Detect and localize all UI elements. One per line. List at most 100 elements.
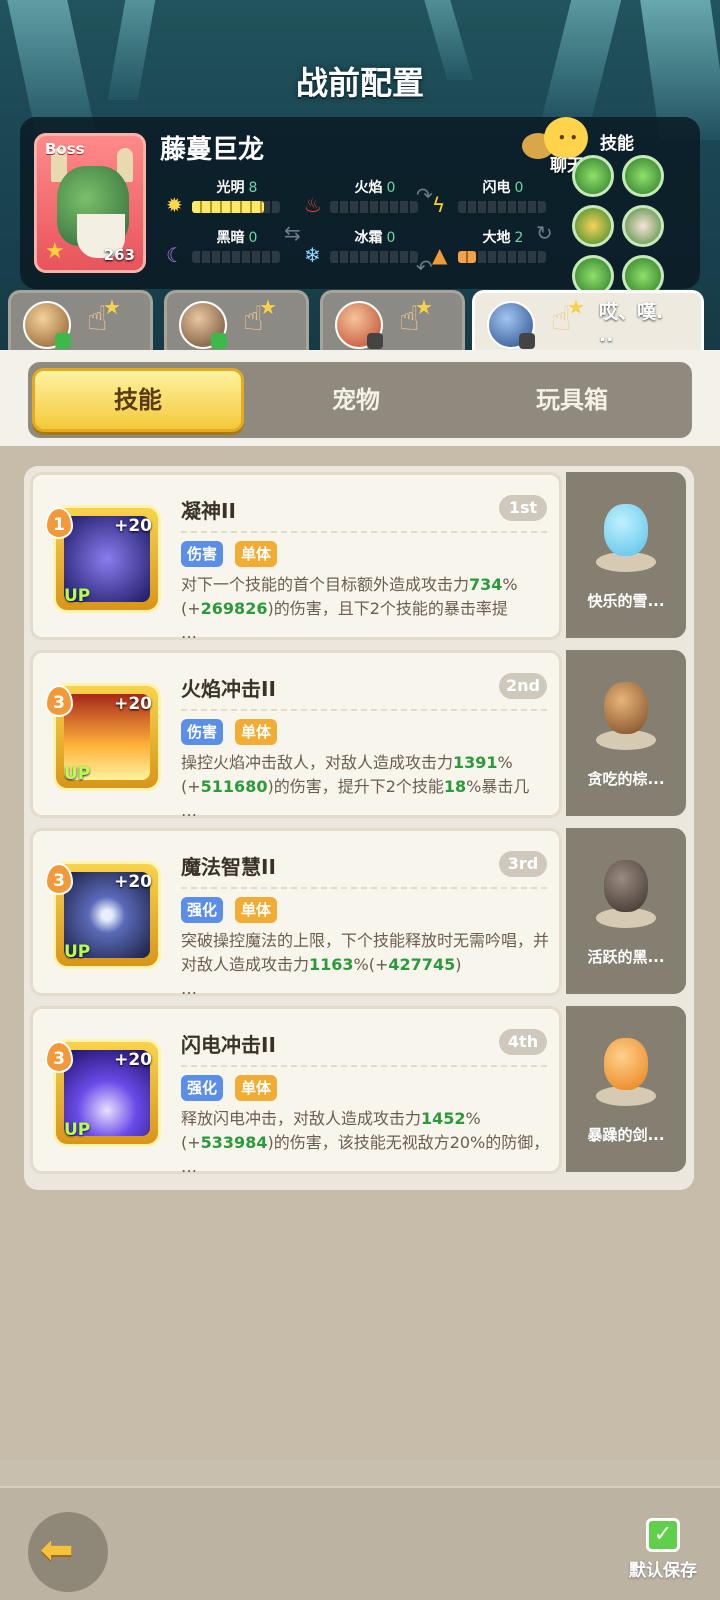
divider xyxy=(181,709,547,711)
checkbox-icon[interactable]: ✓ xyxy=(646,1518,680,1552)
element-dark: ☾ 黑暗 0 xyxy=(166,227,296,267)
element-value: 0 xyxy=(248,230,258,246)
skill-plus: +20 xyxy=(114,694,152,714)
skill-up-label: UP xyxy=(64,586,91,606)
element-frost: ❄ 冰霜 0 xyxy=(304,227,434,267)
pet-slot[interactable]: 暴躁的剑... xyxy=(566,1006,686,1172)
sun-icon: ✹ xyxy=(166,193,183,217)
cycle-arrow-icon: ↻ xyxy=(536,221,553,245)
pet-name: 暴躁的剑... xyxy=(587,1126,665,1144)
element-label: 冰霜 xyxy=(354,230,383,246)
element-value: 0 xyxy=(514,180,524,196)
element-lightning: ϟ 闪电 0 xyxy=(432,177,562,217)
bottom-bar: ⬅ ✓ 默认保存 xyxy=(0,1486,720,1600)
skill-plus: +20 xyxy=(114,1050,152,1070)
skill-up-label: UP xyxy=(64,942,91,962)
element-value: 8 xyxy=(248,180,258,196)
element-label: 黑暗 xyxy=(216,230,245,246)
moon-icon: ☾ xyxy=(166,243,184,267)
star-icon: ★ xyxy=(259,295,277,319)
skill-tag: 伤害 xyxy=(181,719,224,745)
boss-skill-icon[interactable] xyxy=(622,205,664,247)
cycle-arrow-icon: ↶ xyxy=(416,255,433,279)
badge-icon xyxy=(519,333,535,349)
tab-toybox[interactable]: 玩具箱 xyxy=(466,368,678,432)
element-bar xyxy=(330,251,418,263)
boss-level: 263 xyxy=(103,246,135,264)
tab-skills[interactable]: 技能 xyxy=(32,368,244,432)
skill-plus: +20 xyxy=(114,872,152,892)
pet-slot[interactable]: 贪吃的棕... xyxy=(566,650,686,816)
element-label: 光明 xyxy=(216,180,245,196)
skill-card[interactable]: +20 UP 1 凝神II 1st 伤害 单体 对下一个技能的首个目标额外造成攻… xyxy=(30,472,562,642)
element-bar xyxy=(192,251,280,263)
hero-avatar xyxy=(487,301,535,349)
skill-level-badge: 3 xyxy=(45,1041,73,1073)
team-tab-4[interactable]: ☝ ★ 哎、嘆. .. xyxy=(472,290,704,354)
pet-figure xyxy=(590,664,662,754)
star-icon: ★ xyxy=(567,295,585,319)
element-label: 火焰 xyxy=(354,180,383,196)
pet-slot[interactable]: 快乐的雪... xyxy=(566,472,686,638)
star-icon: ★ xyxy=(415,295,433,319)
skill-tag: 伤害 xyxy=(181,541,224,567)
skill-description: 突破操控魔法的上限，下个技能释放时无需吟唱，并对敌人造成攻击力1163%(+42… xyxy=(181,931,550,998)
tab-pets[interactable]: 宠物 xyxy=(250,368,462,432)
skill-description: 操控火焰冲击敌人，对敌人造成攻击力1391%(+511680)的伤害，提升下2个… xyxy=(181,753,530,820)
element-bar-fill xyxy=(192,201,264,213)
skill-card[interactable]: +20 UP 3 火焰冲击II 2nd 伤害 单体 操控火焰冲击敌人，对敌人造成… xyxy=(30,650,562,820)
skill-level-badge: 3 xyxy=(45,685,73,717)
check-badge-icon xyxy=(211,333,227,349)
skill-name: 火焰冲击II xyxy=(181,677,276,701)
back-button[interactable]: ⬅ xyxy=(28,1512,108,1592)
boss-portrait[interactable]: Boss ★ 263 xyxy=(34,133,146,273)
lightning-icon: ϟ xyxy=(432,193,446,217)
fire-icon: ♨ xyxy=(304,193,322,217)
skill-card[interactable]: +20 UP 3 魔法智慧II 3rd 强化 单体 突破操控魔法的上限，下个技能… xyxy=(30,828,562,998)
boss-skills-label: 技能 xyxy=(600,134,634,154)
team-tab-text: 哎、嘆. .. xyxy=(599,301,664,346)
cycle-arrow-icon: ⇆ xyxy=(284,221,301,245)
check-badge-icon xyxy=(55,333,71,349)
pet-figure xyxy=(590,486,662,576)
element-bar-fill xyxy=(458,251,476,263)
default-save-button[interactable]: ✓ 默认保存 xyxy=(618,1518,708,1588)
pet-slot[interactable]: 活跃的黑... xyxy=(566,828,686,994)
skill-tag: 单体 xyxy=(235,719,278,745)
skill-row: +20 UP 3 闪电冲击II 4th 强化 单体 释放闪电冲击，对敌人造成攻击… xyxy=(30,1006,686,1176)
pet-name: 活跃的黑... xyxy=(587,948,665,966)
skill-row: +20 UP 3 魔法智慧II 3rd 强化 单体 突破操控魔法的上限，下个技能… xyxy=(30,828,686,998)
hero-avatar xyxy=(23,301,71,349)
team-tab-2[interactable]: ☝ ★ xyxy=(164,290,309,354)
skill-name: 凝神II xyxy=(181,499,236,523)
skill-plus: +20 xyxy=(114,516,152,536)
element-label: 大地 xyxy=(482,230,511,246)
mountain-icon: ▲ xyxy=(432,243,448,267)
skill-card[interactable]: +20 UP 3 闪电冲击II 4th 强化 单体 释放闪电冲击，对敌人造成攻击… xyxy=(30,1006,562,1176)
boss-skill-icon[interactable] xyxy=(572,155,614,197)
skill-tag: 单体 xyxy=(235,897,278,923)
badge-icon xyxy=(367,333,383,349)
element-light: ✹ 光明 8 xyxy=(166,177,296,217)
boss-name: 藤蔓巨龙 xyxy=(160,135,265,165)
skill-rank-badge: 1st xyxy=(499,495,547,521)
element-label: 闪电 xyxy=(482,180,511,196)
skill-row: +20 UP 1 凝神II 1st 伤害 单体 对下一个技能的首个目标额外造成攻… xyxy=(30,472,686,642)
boss-skill-icon[interactable] xyxy=(572,205,614,247)
hero-avatar xyxy=(335,301,383,349)
skill-tag: 单体 xyxy=(235,541,278,567)
skill-row: +20 UP 3 火焰冲击II 2nd 伤害 单体 操控火焰冲击敌人，对敌人造成… xyxy=(30,650,686,820)
team-tab-1[interactable]: ☝ ★ xyxy=(8,290,153,354)
boss-tag: Boss xyxy=(45,140,85,158)
skill-description: 对下一个技能的首个目标额外造成攻击力734%(+269826)的伤害，且下2个技… xyxy=(181,575,518,642)
boss-info-panel: Boss ★ 263 藤蔓巨龙 ✹ 光明 8 ♨ 火焰 0 ϟ 闪电 0 ☾ 黑暗 0 … xyxy=(20,117,700,297)
skill-rank-badge: 2nd xyxy=(499,673,547,699)
pet-name: 快乐的雪... xyxy=(587,592,665,610)
skill-tag: 单体 xyxy=(235,1075,278,1101)
skill-level-badge: 1 xyxy=(45,507,73,539)
team-tab-3[interactable]: ☝ ★ xyxy=(320,290,465,354)
skill-tag: 强化 xyxy=(181,1075,224,1101)
divider xyxy=(181,887,547,889)
skill-description: 释放闪电冲击，对敌人造成攻击力1452%(+533984)的伤害，该技能无视敌方… xyxy=(181,1109,550,1176)
boss-skill-icon[interactable] xyxy=(622,155,664,197)
